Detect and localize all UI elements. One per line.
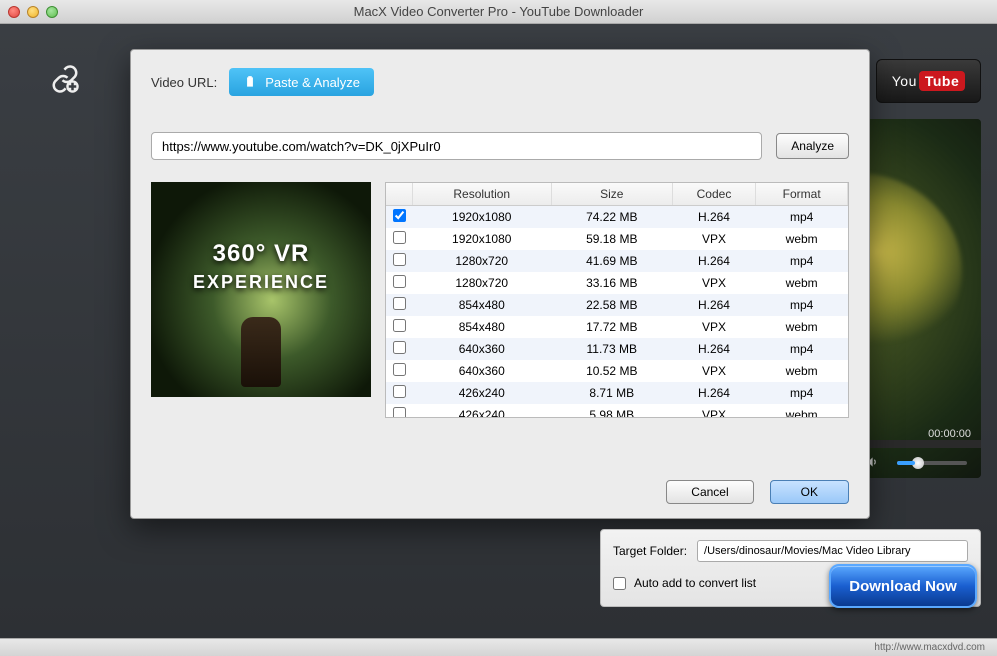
col-format[interactable]: Format [756, 183, 848, 206]
cell-size: 59.18 MB [551, 228, 672, 250]
cell-format: mp4 [756, 206, 848, 229]
youtube-badge-you: You [892, 73, 917, 89]
cell-size: 8.71 MB [551, 382, 672, 404]
cell-size: 5.98 MB [551, 404, 672, 418]
add-link-tool[interactable] [50, 64, 80, 94]
row-checkbox[interactable] [393, 341, 406, 354]
row-checkbox[interactable] [393, 209, 406, 222]
cell-size: 74.22 MB [551, 206, 672, 229]
target-folder-label: Target Folder: [613, 544, 687, 558]
download-options-dialog: Video URL: Paste & Analyze Analyze 360° … [130, 49, 870, 519]
cell-codec: VPX [672, 404, 756, 418]
minimize-window-button[interactable] [27, 6, 39, 18]
thumbnail-title-line1: 360° VR [151, 240, 371, 268]
thumbnail-title-line2: EXPERIENCE [151, 272, 371, 293]
cell-resolution: 640x360 [412, 338, 551, 360]
video-thumbnail: 360° VR EXPERIENCE [151, 182, 371, 397]
target-folder-input[interactable] [697, 540, 968, 562]
row-checkbox[interactable] [393, 275, 406, 288]
table-row[interactable]: 640x36011.73 MBH.264mp4 [386, 338, 848, 360]
volume-slider[interactable] [897, 461, 967, 465]
cell-format: webm [756, 228, 848, 250]
video-url-label: Video URL: [151, 75, 217, 90]
playback-timecode: 00:00:00 [928, 428, 971, 440]
analyze-button[interactable]: Analyze [776, 133, 849, 159]
table-row[interactable]: 1920x108059.18 MBVPXwebm [386, 228, 848, 250]
paste-analyze-label: Paste & Analyze [265, 75, 360, 90]
cell-format: mp4 [756, 382, 848, 404]
paste-analyze-button[interactable]: Paste & Analyze [229, 68, 374, 96]
video-url-input[interactable] [151, 132, 762, 160]
cell-resolution: 426x240 [412, 404, 551, 418]
table-row[interactable]: 854x48017.72 MBVPXwebm [386, 316, 848, 338]
cell-size: 10.52 MB [551, 360, 672, 382]
cell-format: mp4 [756, 294, 848, 316]
cell-size: 41.69 MB [551, 250, 672, 272]
row-checkbox[interactable] [393, 319, 406, 332]
table-row[interactable]: 640x36010.52 MBVPXwebm [386, 360, 848, 382]
cell-resolution: 1920x1080 [412, 206, 551, 229]
cell-codec: VPX [672, 228, 756, 250]
cell-format: webm [756, 404, 848, 418]
col-size[interactable]: Size [551, 183, 672, 206]
youtube-badge: YouTube [876, 59, 981, 103]
row-checkbox[interactable] [393, 385, 406, 398]
cell-resolution: 1920x1080 [412, 228, 551, 250]
cell-resolution: 854x480 [412, 294, 551, 316]
cell-format: webm [756, 316, 848, 338]
cell-codec: VPX [672, 360, 756, 382]
cancel-button[interactable]: Cancel [666, 480, 753, 504]
col-resolution[interactable]: Resolution [412, 183, 551, 206]
cell-codec: H.264 [672, 382, 756, 404]
close-window-button[interactable] [8, 6, 20, 18]
app-background: YouTube 00:00:00 Video URL: Paste & Anal… [0, 24, 997, 638]
cell-resolution: 854x480 [412, 316, 551, 338]
clipboard-icon [243, 74, 257, 90]
row-checkbox[interactable] [393, 407, 406, 418]
table-row[interactable]: 1280x72041.69 MBH.264mp4 [386, 250, 848, 272]
cell-format: mp4 [756, 250, 848, 272]
zoom-window-button[interactable] [46, 6, 58, 18]
table-row[interactable]: 854x48022.58 MBH.264mp4 [386, 294, 848, 316]
cell-resolution: 640x360 [412, 360, 551, 382]
cell-resolution: 426x240 [412, 382, 551, 404]
cell-size: 22.58 MB [551, 294, 672, 316]
auto-add-checkbox[interactable] [613, 577, 626, 590]
row-checkbox[interactable] [393, 363, 406, 376]
cell-codec: VPX [672, 316, 756, 338]
cell-codec: H.264 [672, 206, 756, 229]
cell-resolution: 1280x720 [412, 250, 551, 272]
table-row[interactable]: 426x2405.98 MBVPXwebm [386, 404, 848, 418]
table-header-row: Resolution Size Codec Format [386, 183, 848, 206]
volume-knob[interactable] [912, 457, 924, 469]
cell-codec: H.264 [672, 250, 756, 272]
footer-bar: http://www.macxdvd.com [0, 638, 997, 656]
download-now-button[interactable]: Download Now [829, 564, 977, 608]
cell-format: mp4 [756, 338, 848, 360]
footer-url: http://www.macxdvd.com [874, 642, 985, 653]
ok-button[interactable]: OK [770, 480, 849, 504]
cell-size: 33.16 MB [551, 272, 672, 294]
auto-add-label: Auto add to convert list [634, 576, 756, 590]
table-row[interactable]: 1920x108074.22 MBH.264mp4 [386, 206, 848, 229]
format-table[interactable]: Resolution Size Codec Format 1920x108074… [385, 182, 849, 418]
cell-codec: VPX [672, 272, 756, 294]
col-codec[interactable]: Codec [672, 183, 756, 206]
window-title: MacX Video Converter Pro - YouTube Downl… [0, 4, 997, 19]
cell-resolution: 1280x720 [412, 272, 551, 294]
cell-codec: H.264 [672, 294, 756, 316]
row-checkbox[interactable] [393, 231, 406, 244]
window-titlebar: MacX Video Converter Pro - YouTube Downl… [0, 0, 997, 24]
cell-codec: H.264 [672, 338, 756, 360]
table-row[interactable]: 1280x72033.16 MBVPXwebm [386, 272, 848, 294]
table-row[interactable]: 426x2408.71 MBH.264mp4 [386, 382, 848, 404]
row-checkbox[interactable] [393, 253, 406, 266]
cell-size: 17.72 MB [551, 316, 672, 338]
traffic-lights [8, 6, 58, 18]
cell-format: webm [756, 360, 848, 382]
cell-size: 11.73 MB [551, 338, 672, 360]
row-checkbox[interactable] [393, 297, 406, 310]
cell-format: webm [756, 272, 848, 294]
youtube-badge-tube: Tube [919, 71, 965, 91]
